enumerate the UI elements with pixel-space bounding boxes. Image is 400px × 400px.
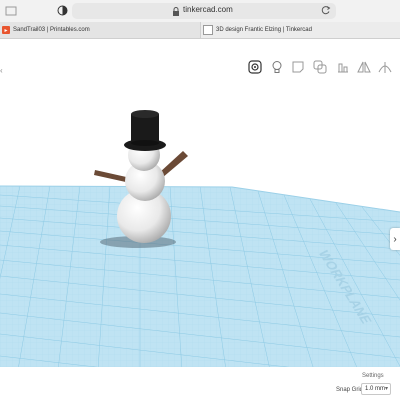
- settings-link[interactable]: Settings: [362, 373, 384, 379]
- expand-panel-handle[interactable]: ›: [390, 228, 400, 250]
- snap-grid-select[interactable]: 1.0 mm ▾: [361, 383, 391, 395]
- viewport-canvas[interactable]: WORKPLANE: [0, 0, 400, 400]
- snap-grid-label: Snap Grid: [336, 387, 364, 393]
- chevron-down-icon: ▾: [384, 386, 388, 392]
- snap-grid-value: 1.0 mm: [365, 386, 386, 392]
- top-hat[interactable]: [124, 110, 166, 151]
